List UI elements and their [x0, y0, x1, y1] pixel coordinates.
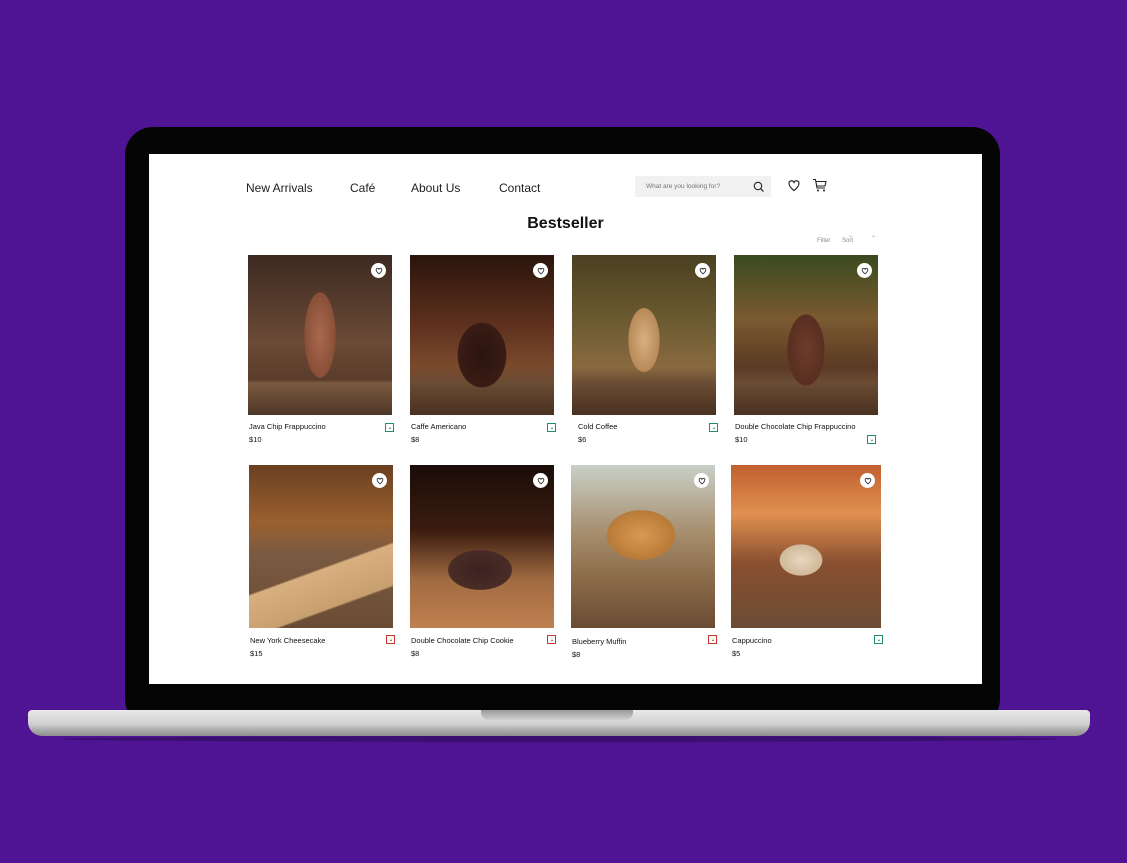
veg-marker-icon: [874, 635, 883, 644]
product-image-double-chocolate-chip-cookie[interactable]: [410, 465, 554, 628]
favorite-button[interactable]: [857, 263, 872, 278]
product-card[interactable]: New York Cheesecake $15: [249, 465, 395, 658]
nav-link-about-us[interactable]: About Us: [411, 181, 460, 195]
favorite-button[interactable]: [533, 473, 548, 488]
product-image-java-chip-frappuccino[interactable]: [248, 255, 392, 415]
product-image-caffe-americano[interactable]: [410, 255, 554, 415]
product-price: $8: [411, 649, 420, 658]
product-price: $5: [732, 649, 741, 658]
product-name[interactable]: Cold Coffee: [578, 422, 617, 431]
veg-marker-icon: [547, 423, 556, 432]
product-price: $8: [572, 650, 581, 659]
product-name[interactable]: Double Chocolate Chip Frappuccino: [735, 422, 856, 431]
search-bar: [635, 176, 771, 197]
veg-marker-icon: [385, 423, 394, 432]
laptop-shadow: [60, 736, 1060, 742]
favorite-button[interactable]: [694, 473, 709, 488]
product-image-blueberry-muffin[interactable]: [571, 465, 715, 628]
product-card[interactable]: Java Chip Frappuccino $10: [248, 255, 394, 444]
wishlist-heart-icon[interactable]: [787, 179, 801, 197]
dropdown-chevron-icon[interactable]: ⌄: [871, 232, 876, 239]
veg-marker-icon: [867, 435, 876, 444]
nav-link-new-arrivals[interactable]: New Arrivals: [246, 181, 313, 195]
laptop-hinge-notch: [481, 710, 633, 720]
product-image-double-chocolate-chip-frappuccino[interactable]: [734, 255, 878, 415]
product-card[interactable]: Cappuccino $5: [731, 465, 883, 658]
product-name[interactable]: Cappuccino: [732, 636, 772, 645]
product-name[interactable]: Caffe Americano: [411, 422, 466, 431]
filter-button[interactable]: Filter: [817, 238, 830, 244]
product-price: $6: [578, 435, 587, 444]
section-title: Bestseller: [527, 215, 604, 232]
product-image-cappuccino[interactable]: [731, 465, 881, 628]
favorite-button[interactable]: [695, 263, 710, 278]
product-price: $10: [249, 435, 262, 444]
favorite-button[interactable]: [860, 473, 875, 488]
sort-chevron-icon[interactable]: ⌄: [848, 232, 853, 239]
product-price: $15: [250, 649, 263, 658]
product-card[interactable]: Cold Coffee $6: [572, 255, 718, 444]
product-price: $10: [735, 435, 748, 444]
product-image-new-york-cheesecake[interactable]: [249, 465, 393, 628]
favorite-button[interactable]: [371, 263, 386, 278]
product-card[interactable]: Blueberry Muffin $8: [571, 465, 717, 659]
search-icon[interactable]: [753, 180, 765, 198]
product-card[interactable]: Double Chocolate Chip Frappuccino $10: [734, 255, 878, 444]
nav-link-cafe[interactable]: Café: [350, 181, 375, 195]
nav-link-contact[interactable]: Contact: [499, 181, 540, 195]
product-card[interactable]: Caffe Americano $8: [410, 255, 556, 444]
nonveg-marker-icon: [708, 635, 717, 644]
favorite-button[interactable]: [533, 263, 548, 278]
laptop-screen: New Arrivals Café About Us Contact Bests…: [149, 154, 982, 684]
product-price: $8: [411, 435, 420, 444]
veg-marker-icon: [709, 423, 718, 432]
favorite-button[interactable]: [372, 473, 387, 488]
nonveg-marker-icon: [386, 635, 395, 644]
product-card[interactable]: Double Chocolate Chip Cookie $8: [410, 465, 556, 658]
nonveg-marker-icon: [547, 635, 556, 644]
product-name[interactable]: Double Chocolate Chip Cookie: [411, 636, 514, 645]
search-input[interactable]: [635, 182, 748, 191]
product-name[interactable]: New York Cheesecake: [250, 636, 325, 645]
cart-icon[interactable]: [812, 178, 828, 198]
product-image-cold-coffee[interactable]: [572, 255, 716, 415]
product-name[interactable]: Java Chip Frappuccino: [249, 422, 326, 431]
product-name[interactable]: Blueberry Muffin: [572, 637, 626, 646]
